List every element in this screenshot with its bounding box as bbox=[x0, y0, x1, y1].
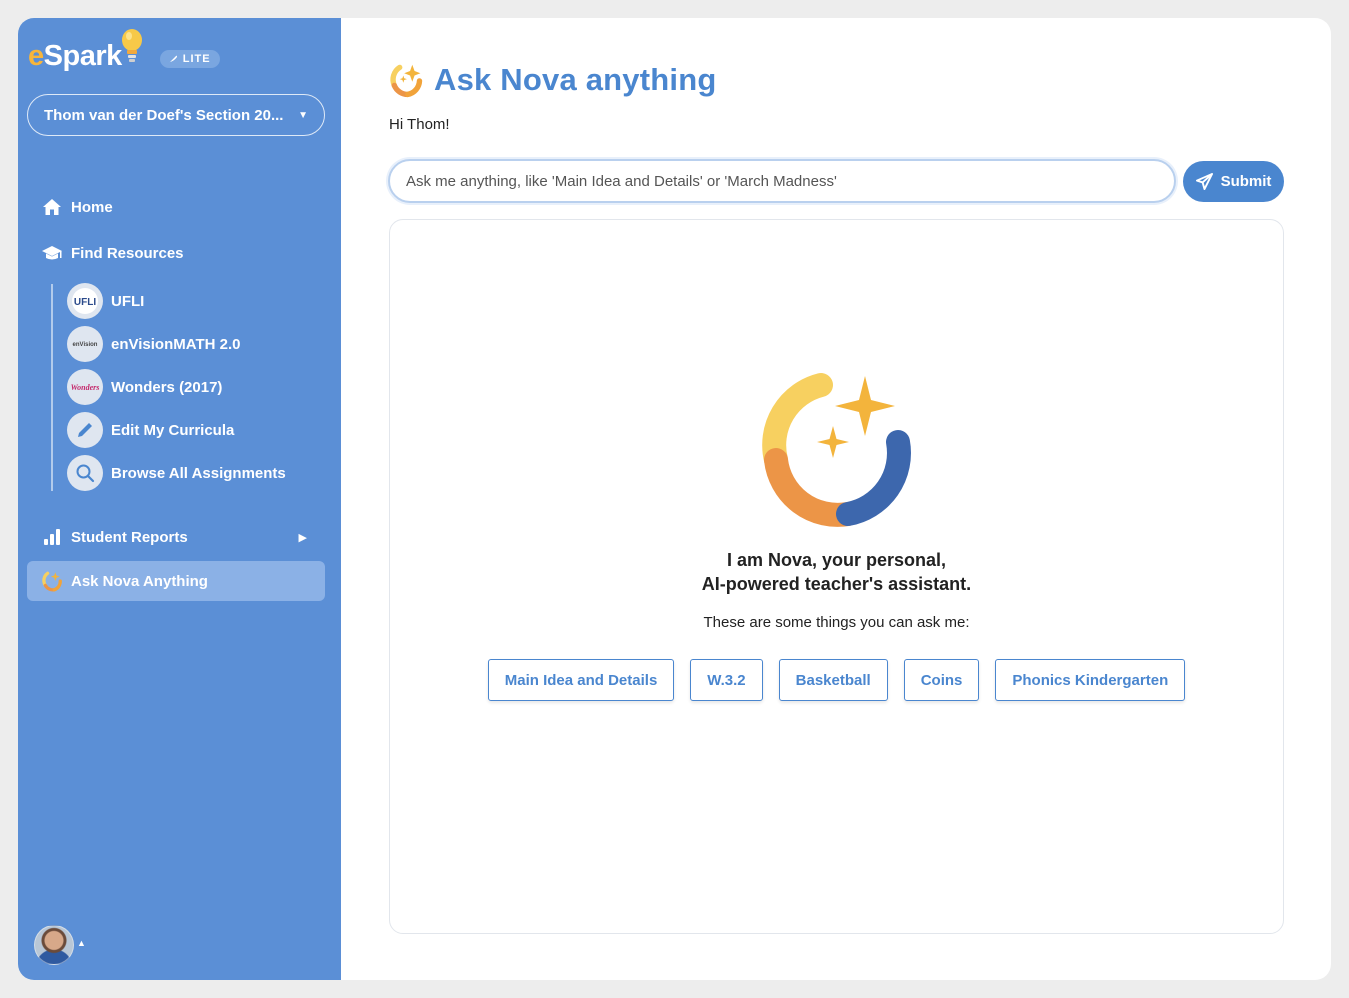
chevron-down-icon: ▼ bbox=[298, 109, 308, 121]
submit-button[interactable]: Submit bbox=[1183, 161, 1284, 202]
nova-intro-line-1: I am Nova, your personal, bbox=[726, 550, 947, 570]
send-icon bbox=[1195, 173, 1213, 190]
nav-home[interactable]: Home bbox=[27, 187, 325, 227]
pencil-icon bbox=[67, 412, 103, 448]
user-menu[interactable]: ▲ bbox=[34, 925, 86, 965]
chevron-up-icon: ▲ bbox=[77, 938, 86, 948]
avatar bbox=[34, 925, 74, 965]
svg-text:UFLI: UFLI bbox=[74, 297, 96, 308]
nova-logo-icon bbox=[390, 64, 423, 98]
sub-item-label: Wonders (2017) bbox=[111, 378, 223, 396]
sub-item-edit-curricula[interactable]: Edit My Curricula bbox=[67, 410, 234, 450]
logo-wordmark: eSpark bbox=[28, 39, 122, 72]
page-header: Ask Nova anything bbox=[388, 62, 716, 98]
suggestion-chip[interactable]: W.3.2 bbox=[690, 659, 763, 701]
submit-button-label: Submit bbox=[1220, 173, 1272, 190]
home-icon bbox=[41, 196, 63, 218]
nova-intro: I am Nova, your personal, AI-powered tea… bbox=[390, 548, 1283, 596]
page-title: Ask Nova anything bbox=[434, 62, 717, 97]
suggestions-hint: These are some things you can ask me: bbox=[703, 614, 970, 631]
suggestion-chip[interactable]: Main Idea and Details bbox=[487, 659, 675, 701]
suggestion-chip[interactable]: Basketball bbox=[778, 659, 888, 701]
bar-chart-icon bbox=[41, 526, 63, 548]
section-dropdown-value: Thom van der Doef's Section 20... bbox=[44, 106, 284, 124]
sub-item-wonders[interactable]: Wonders Wonders (2017) bbox=[67, 367, 222, 407]
submenu-divider bbox=[51, 284, 53, 491]
sub-item-label: enVisionMATH 2.0 bbox=[111, 335, 241, 353]
nav-student-reports[interactable]: Student Reports ▶ bbox=[27, 517, 325, 557]
nova-large-logo bbox=[762, 373, 911, 527]
svg-text:enVision: enVision bbox=[73, 342, 98, 348]
graduation-cap-icon bbox=[41, 242, 63, 264]
suggestion-chip[interactable]: Phonics Kindergarten bbox=[995, 659, 1186, 701]
sub-item-label: Edit My Curricula bbox=[111, 421, 235, 439]
wonders-logo-icon: Wonders bbox=[67, 369, 103, 405]
nav-home-label: Home bbox=[71, 198, 113, 216]
nav-student-reports-label: Student Reports bbox=[71, 528, 188, 546]
nova-logo-icon bbox=[41, 570, 63, 592]
sub-item-browse-assignments[interactable]: Browse All Assignments bbox=[67, 453, 286, 493]
suggestion-chip[interactable]: Coins bbox=[903, 659, 980, 701]
envision-logo-icon: enVision bbox=[67, 326, 103, 362]
greeting-text: Hi Thom! bbox=[389, 116, 450, 133]
sidebar: eSpark LITE Thom van der Doef's Section … bbox=[18, 18, 341, 980]
nav-ask-nova[interactable]: Ask Nova Anything bbox=[27, 561, 325, 601]
sub-item-label: Browse All Assignments bbox=[111, 464, 286, 482]
section-dropdown[interactable]: Thom van der Doef's Section 20... ▼ bbox=[27, 94, 325, 136]
magnifier-icon bbox=[67, 455, 103, 491]
lite-badge: LITE bbox=[159, 50, 220, 68]
lightbulb-icon bbox=[121, 29, 142, 62]
chevron-right-icon: ▶ bbox=[298, 531, 307, 544]
ask-input[interactable] bbox=[388, 159, 1176, 203]
nova-intro-line-2: AI-powered teacher's assistant. bbox=[701, 574, 972, 594]
suggestion-chips: Main Idea and Details W.3.2 Basketball C… bbox=[390, 659, 1283, 701]
sub-item-label: UFLI bbox=[111, 292, 145, 310]
sub-item-ufli[interactable]: UFLI UFLI bbox=[67, 281, 144, 321]
nova-welcome-panel: I am Nova, your personal, AI-powered tea… bbox=[389, 219, 1284, 934]
svg-text:Wonders: Wonders bbox=[71, 383, 100, 392]
nav-ask-nova-label: Ask Nova Anything bbox=[71, 572, 208, 590]
espark-logo[interactable]: eSpark LITE bbox=[28, 29, 220, 78]
nav-find-resources-label: Find Resources bbox=[71, 244, 184, 262]
main-content: Ask Nova anything Hi Thom! Submit I am N… bbox=[341, 18, 1331, 980]
nav-find-resources[interactable]: Find Resources bbox=[27, 233, 325, 273]
ufli-logo-icon: UFLI bbox=[67, 283, 103, 319]
sub-item-envisionmath[interactable]: enVision enVisionMATH 2.0 bbox=[67, 324, 240, 364]
feather-icon bbox=[168, 55, 177, 63]
app-window: eSpark LITE Thom van der Doef's Section … bbox=[18, 18, 1331, 980]
